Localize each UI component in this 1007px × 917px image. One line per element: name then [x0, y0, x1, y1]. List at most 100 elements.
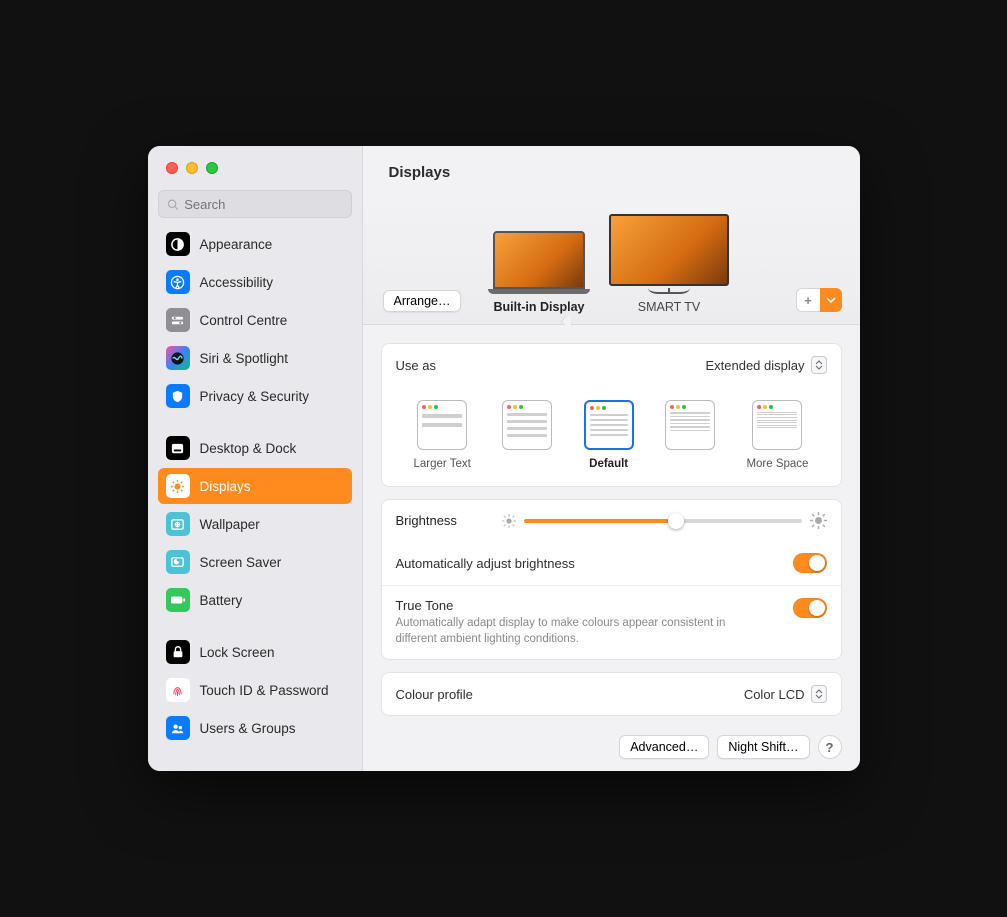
plus-icon[interactable]: + — [796, 288, 820, 312]
displays-icon — [166, 474, 190, 498]
sidebar-item-label: Appearance — [200, 237, 273, 252]
resolution-option-0[interactable]: Larger Text — [414, 400, 471, 470]
use-as-card: Use as Extended display Larger Text Defau… — [381, 343, 842, 487]
settings-content[interactable]: Use as Extended display Larger Text Defau… — [363, 325, 860, 731]
chevron-down-icon[interactable] — [820, 288, 842, 312]
sidebar: Appearance Accessibility Control Centre Sir… — [148, 146, 363, 771]
display-label: Built-in Display — [494, 300, 585, 314]
sun-large-icon — [810, 512, 827, 529]
active-display-caret — [555, 316, 571, 325]
sidebar-item-desktop-dock[interactable]: Desktop & Dock — [158, 430, 352, 466]
sidebar-item-displays[interactable]: Displays — [158, 468, 352, 504]
sun-small-icon — [502, 514, 516, 528]
sidebar-item-siri-spotlight[interactable]: Siri & Spotlight — [158, 340, 352, 376]
titlebar — [148, 146, 362, 190]
sidebar-item-label: Users & Groups — [200, 721, 296, 736]
privacy-icon — [166, 384, 190, 408]
brightness-card: Brightness Automatically adjust brightne… — [381, 499, 842, 660]
close-window-button[interactable] — [166, 162, 178, 174]
advanced-button[interactable]: Advanced… — [619, 735, 709, 759]
sidebar-item-label: Displays — [200, 479, 251, 494]
minimize-window-button[interactable] — [186, 162, 198, 174]
brightness-label: Brightness — [396, 513, 492, 528]
use-as-value: Extended display — [705, 358, 804, 373]
sidebar-item-control-centre[interactable]: Control Centre — [158, 302, 352, 338]
resolution-option-1[interactable] — [502, 400, 552, 458]
sidebar-item-label: Wallpaper — [200, 517, 260, 532]
appearance-icon — [166, 232, 190, 256]
footer-actions: Advanced… Night Shift… ? — [363, 731, 860, 771]
sidebar-item-users-groups[interactable]: Users & Groups — [158, 710, 352, 746]
display-label: SMART TV — [638, 300, 701, 314]
true-tone-desc: Automatically adapt display to make colo… — [396, 616, 756, 647]
auto-brightness-label: Automatically adjust brightness — [396, 556, 575, 571]
laptop-icon — [493, 231, 585, 294]
siri-icon — [166, 346, 190, 370]
resolution-thumb — [502, 400, 552, 450]
updown-icon — [811, 685, 827, 703]
use-as-label: Use as — [396, 358, 436, 373]
help-button[interactable]: ? — [818, 735, 842, 759]
control-centre-icon — [166, 308, 190, 332]
brightness-slider[interactable] — [502, 512, 827, 529]
resolution-picker: Larger Text Default More Space — [382, 386, 841, 486]
true-tone-toggle[interactable] — [793, 598, 827, 618]
auto-brightness-row: Automatically adjust brightness — [382, 541, 841, 585]
brightness-row: Brightness — [382, 500, 841, 541]
sidebar-item-accessibility[interactable]: Accessibility — [158, 264, 352, 300]
resolution-thumb — [417, 400, 467, 450]
sidebar-item-label: Privacy & Security — [200, 389, 310, 404]
colour-profile-label: Colour profile — [396, 687, 473, 702]
resolution-option-2[interactable]: Default — [584, 400, 634, 470]
sidebar-item-label: Touch ID & Password — [200, 683, 329, 698]
tv-icon — [609, 214, 729, 294]
sidebar-item-label: Siri & Spotlight — [200, 351, 289, 366]
sidebar-item-label: Accessibility — [200, 275, 274, 290]
sidebar-item-touch-id-password[interactable]: Touch ID & Password — [158, 672, 352, 708]
sidebar-item-label: Screen Saver — [200, 555, 282, 570]
resolution-thumb — [752, 400, 802, 450]
use-as-row[interactable]: Use as Extended display — [382, 344, 841, 386]
add-display-control[interactable]: + — [796, 288, 842, 312]
resolution-label: Default — [589, 458, 628, 470]
auto-brightness-toggle[interactable] — [793, 553, 827, 573]
sidebar-item-label: Lock Screen — [200, 645, 275, 660]
search-input[interactable] — [184, 197, 342, 212]
sidebar-item-lock-screen[interactable]: Lock Screen — [158, 634, 352, 670]
brightness-track[interactable] — [524, 519, 802, 523]
arrange-button[interactable]: Arrange… — [383, 290, 462, 312]
resolution-label: More Space — [746, 458, 808, 470]
search-field[interactable] — [158, 190, 352, 218]
users-icon — [166, 716, 190, 740]
sidebar-list[interactable]: Appearance Accessibility Control Centre Sir… — [148, 226, 362, 771]
display-tile-builtin[interactable]: Built-in Display — [493, 231, 585, 314]
wallpaper-icon — [166, 512, 190, 536]
dock-icon — [166, 436, 190, 460]
sidebar-item-label: Battery — [200, 593, 243, 608]
night-shift-button[interactable]: Night Shift… — [717, 735, 809, 759]
resolution-option-4[interactable]: More Space — [746, 400, 808, 470]
battery-icon — [166, 588, 190, 612]
brightness-knob[interactable] — [668, 513, 684, 529]
search-icon — [167, 198, 179, 211]
sidebar-item-appearance[interactable]: Appearance — [158, 226, 352, 262]
resolution-thumb — [665, 400, 715, 450]
colour-profile-value: Color LCD — [744, 687, 805, 702]
colour-profile-row[interactable]: Colour profile Color LCD — [382, 673, 841, 715]
true-tone-label: True Tone — [396, 598, 756, 613]
lock-icon — [166, 640, 190, 664]
displays-strip: Arrange… Built-in Display SMART TV + — [363, 198, 860, 325]
sidebar-item-screen-saver[interactable]: Screen Saver — [158, 544, 352, 580]
updown-icon — [811, 356, 827, 374]
colour-profile-select[interactable]: Color LCD — [744, 685, 827, 703]
system-settings-window: Appearance Accessibility Control Centre Sir… — [148, 146, 860, 771]
sidebar-item-wallpaper[interactable]: Wallpaper — [158, 506, 352, 542]
display-tile-smarttv[interactable]: SMART TV — [609, 214, 729, 314]
true-tone-row: True Tone Automatically adapt display to… — [382, 585, 841, 659]
sidebar-item-battery[interactable]: Battery — [158, 582, 352, 618]
fullscreen-window-button[interactable] — [206, 162, 218, 174]
use-as-select[interactable]: Extended display — [705, 356, 826, 374]
touchid-icon — [166, 678, 190, 702]
resolution-option-3[interactable] — [665, 400, 715, 458]
sidebar-item-privacy-security[interactable]: Privacy & Security — [158, 378, 352, 414]
